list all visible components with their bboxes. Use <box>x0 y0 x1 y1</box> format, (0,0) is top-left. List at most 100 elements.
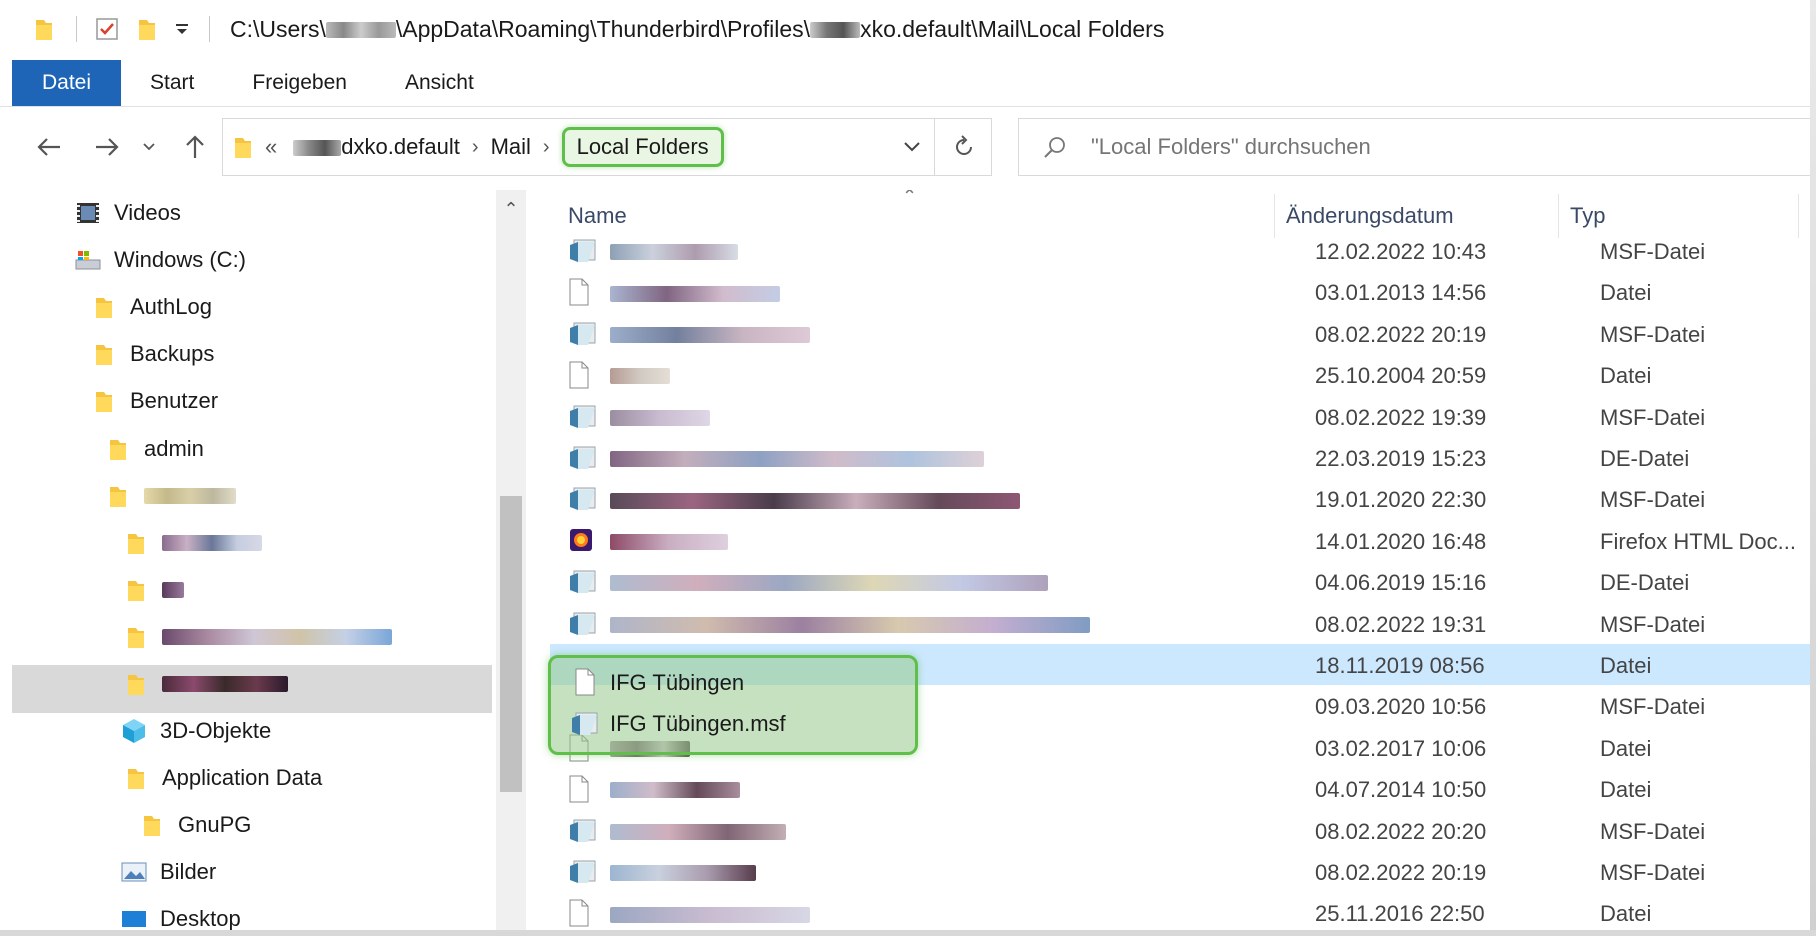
tree-item-benutzer[interactable]: Benutzer <box>90 378 218 424</box>
tree-item-redacted[interactable] <box>122 567 184 613</box>
file-row[interactable]: 19.01.2020 22:30 MSF-Datei <box>550 478 1816 519</box>
msf-file-icon <box>568 610 596 638</box>
tree-item-application-data[interactable]: Application Data <box>122 755 322 801</box>
tree-item-videos[interactable]: Videos <box>74 190 181 236</box>
folder-icon <box>122 623 150 651</box>
breadcrumb-profile[interactable]: dxko.default <box>293 134 460 160</box>
breadcrumb-profile-label: dxko.default <box>341 134 460 159</box>
file-row[interactable]: 04.06.2019 15:16 DE-Datei <box>550 561 1816 602</box>
file-row[interactable]: 03.01.2013 14:56 Datei <box>550 271 1816 312</box>
tree-label: GnuPG <box>178 812 252 837</box>
file-row[interactable]: 08.02.2022 20:19 MSF-Datei <box>550 851 1816 892</box>
file-date: 03.02.2017 10:06 <box>1315 735 1487 761</box>
tab-ansicht[interactable]: Ansicht <box>376 60 503 106</box>
folder-icon <box>138 811 166 839</box>
redacted-label <box>162 676 288 692</box>
tree-item-3d-objekte[interactable]: 3D-Objekte <box>120 708 271 754</box>
tree-item-gnupg[interactable]: GnuPG <box>138 802 251 848</box>
file-row[interactable]: 04.07.2014 10:50 Datei <box>550 768 1816 809</box>
breadcrumb-mail[interactable]: Mail <box>491 134 531 160</box>
properties-checkbox-icon[interactable] <box>93 15 121 43</box>
file-row[interactable]: 22.03.2019 15:23 DE-Datei <box>550 437 1816 478</box>
file-date: 08.02.2022 19:31 <box>1315 611 1487 637</box>
chevron-right-icon[interactable]: › <box>472 136 479 159</box>
recent-locations-button[interactable] <box>136 126 162 168</box>
file-row[interactable]: 08.02.2022 19:31 MSF-Datei <box>550 603 1816 644</box>
tree-item-bilder[interactable]: Bilder <box>120 849 216 895</box>
file-date: 19.01.2020 22:30 <box>1315 487 1487 513</box>
breadcrumb-overflow[interactable]: « <box>265 134 277 160</box>
tree-item-backups[interactable]: Backups <box>90 331 214 377</box>
arrow-left-icon <box>37 138 60 156</box>
toolbar-divider <box>76 16 77 42</box>
redacted-file-name <box>610 321 810 347</box>
tree-item-authlog[interactable]: AuthLog <box>90 284 212 330</box>
tree-item-windows-c[interactable]: Windows (C:) <box>74 237 246 283</box>
chevron-down-icon <box>143 143 155 151</box>
folder-icon <box>122 764 150 792</box>
tree-item-redacted[interactable] <box>122 614 392 660</box>
msf-file-icon <box>568 237 596 265</box>
search-box[interactable] <box>1018 118 1816 176</box>
redacted-profile-id <box>293 140 342 157</box>
new-folder-icon[interactable] <box>133 15 161 43</box>
tree-item-user-profile[interactable] <box>104 473 236 519</box>
msf-file-icon <box>568 858 596 886</box>
msf-file-icon <box>568 485 596 513</box>
back-button[interactable] <box>28 126 70 168</box>
folder-icon <box>104 482 132 510</box>
generic-file-icon <box>574 668 596 701</box>
file-row[interactable]: 08.02.2022 19:39 MSF-Datei <box>550 396 1816 437</box>
address-bar[interactable]: « dxko.default › Mail › Local Folders <box>222 118 992 176</box>
file-date: 08.02.2022 20:19 <box>1315 321 1487 347</box>
tab-datei[interactable]: Datei <box>12 60 122 106</box>
file-list: ⌃ Name Änderungsdatum Typ 12.02.2022 10:… <box>530 190 1816 936</box>
msf-file-icon <box>568 403 596 431</box>
title-bar: C:\Users\ \AppData\Roaming\Thunderbird\Pr… <box>0 0 1816 58</box>
folder-icon <box>90 340 118 368</box>
file-row[interactable]: 12.02.2022 10:43 MSF-Datei <box>550 230 1816 271</box>
breadcrumb-local-folders[interactable]: Local Folders <box>561 127 724 167</box>
refresh-icon <box>956 135 972 155</box>
up-button[interactable] <box>174 126 216 168</box>
forward-button[interactable] <box>86 126 128 168</box>
search-input[interactable] <box>1089 133 1793 161</box>
file-row[interactable]: 14.01.2020 16:48 Firefox HTML Doc... <box>550 520 1816 561</box>
file-row[interactable]: 08.02.2022 20:19 MSF-Datei <box>550 313 1816 354</box>
customize-toolbar-icon[interactable] <box>173 15 191 43</box>
redacted-username <box>325 22 396 39</box>
file-type: MSF-Datei <box>1600 239 1706 264</box>
generic-file-icon <box>568 278 596 306</box>
refresh-button[interactable] <box>934 118 993 176</box>
address-history-dropdown[interactable] <box>890 118 934 176</box>
tab-start[interactable]: Start <box>121 60 223 106</box>
file-row[interactable]: 08.02.2022 20:20 MSF-Datei <box>550 810 1816 851</box>
file-date: 09.03.2020 10:56 <box>1315 694 1487 720</box>
tree-item-redacted[interactable] <box>122 661 288 707</box>
file-type: Firefox HTML Doc... <box>1600 528 1796 554</box>
file-date: 25.10.2004 20:59 <box>1315 363 1487 389</box>
file-name-ifg-tuebingen-msf[interactable]: IFG Tübingen.msf <box>610 711 786 737</box>
scroll-up-arrow-icon[interactable]: ⌃ <box>496 196 526 222</box>
msf-file-icon <box>568 817 596 845</box>
file-row[interactable]: 25.11.2016 22:50 Datei <box>550 892 1816 933</box>
file-type: Datei <box>1600 735 1652 761</box>
scrollbar-thumb[interactable] <box>500 496 522 792</box>
file-row[interactable]: 25.10.2004 20:59 Datei <box>550 354 1816 395</box>
tree-label: Backups <box>130 341 215 366</box>
tree-item-admin[interactable]: admin <box>104 426 204 472</box>
file-name-ifg-tuebingen[interactable]: IFG Tübingen <box>610 670 744 696</box>
file-type: Datei <box>1600 901 1652 927</box>
file-date: 04.06.2019 15:16 <box>1315 570 1487 596</box>
file-type: Datei <box>1600 363 1652 389</box>
redacted-file-name <box>610 611 1090 637</box>
title-path-mid: \AppData\Roaming\Thunderbird\Profiles\ <box>395 15 811 42</box>
msf-file-icon <box>568 568 596 596</box>
redacted-file-name <box>610 900 810 926</box>
redacted-file-name <box>610 818 786 844</box>
title-path-suffix: xko.default\Mail\Local Folders <box>860 15 1165 42</box>
chevron-right-icon[interactable]: › <box>543 136 550 159</box>
file-date: 08.02.2022 19:39 <box>1315 404 1487 430</box>
tree-item-redacted[interactable] <box>122 520 262 566</box>
tab-freigeben[interactable]: Freigeben <box>223 60 376 106</box>
